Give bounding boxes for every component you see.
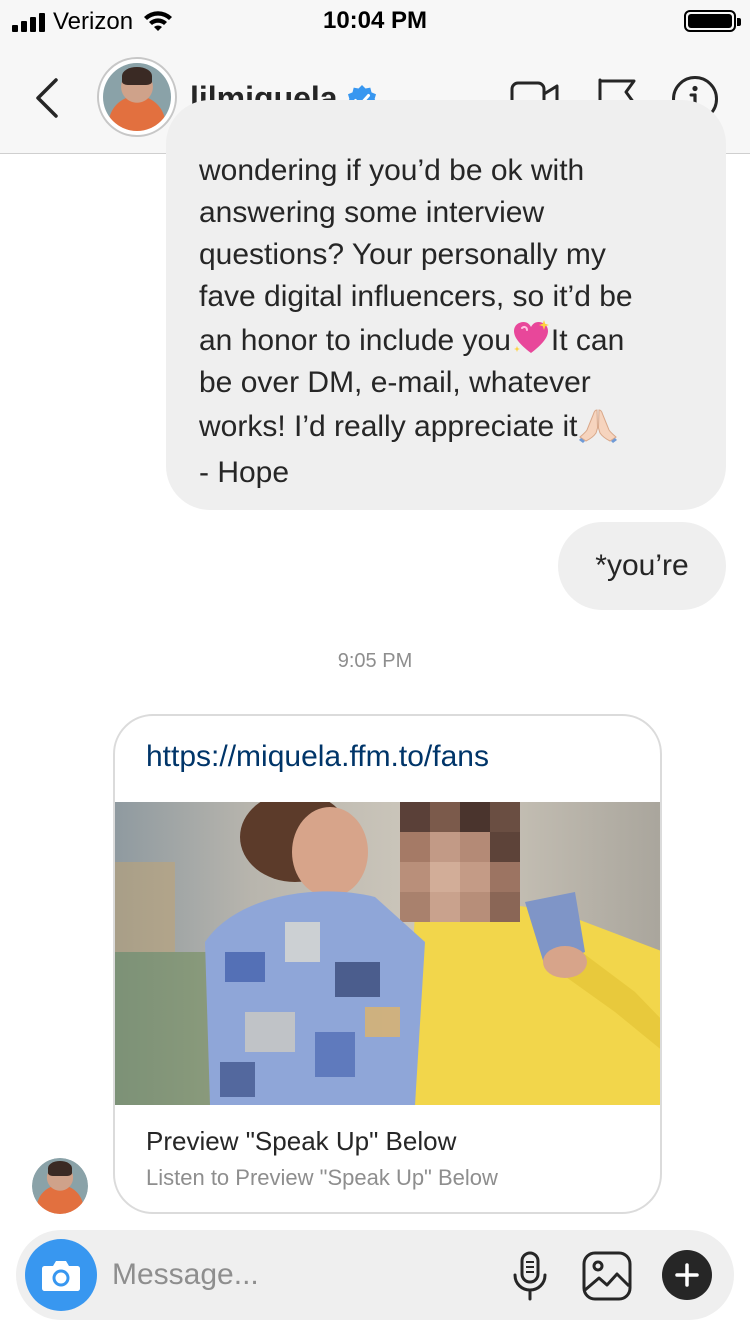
message-input[interactable] (112, 1250, 492, 1300)
sender-avatar[interactable] (32, 1158, 88, 1214)
message-line: fave digital influencers, so it’d be (199, 280, 633, 313)
status-bar: Verizon 10:04 PM (0, 0, 750, 40)
message-line: an honor to include you It can (199, 318, 696, 362)
status-time: 10:04 PM (322, 7, 428, 34)
link-preview-card[interactable]: https://miquela.ffm.to/fans Preview "Spe… (113, 714, 662, 1214)
microphone-icon[interactable] (504, 1250, 556, 1302)
link-title[interactable]: Preview "Speak Up" Below (146, 1126, 456, 1157)
message-line: wondering if you’d be ok with (199, 154, 585, 187)
link-preview-image[interactable] (115, 802, 660, 1105)
plus-icon (675, 1263, 699, 1287)
gallery-icon[interactable] (581, 1250, 633, 1302)
dm-thread-screen: Verizon 10:04 PM lilmiquela wondering if… (0, 0, 750, 1334)
message-signature: - Hope (199, 456, 290, 489)
camera-icon (42, 1261, 80, 1291)
message-timestamp: 9:05 PM (337, 650, 413, 672)
profile-avatar[interactable] (97, 57, 177, 137)
outgoing-message-correction[interactable]: *you’re (558, 522, 726, 610)
chevron-left-icon[interactable] (30, 76, 64, 120)
message-line: answering some interview (199, 196, 545, 229)
folded-hands-emoji (578, 409, 617, 443)
camera-button[interactable] (25, 1239, 97, 1311)
outgoing-message-bubble[interactable]: wondering if you’d be ok with answering … (166, 100, 726, 510)
message-line: questions? Your personally my (199, 238, 606, 271)
sparkling-heart-emoji (513, 320, 549, 353)
message-composer (16, 1230, 734, 1320)
link-url[interactable]: https://miquela.ffm.to/fans (146, 740, 489, 774)
battery-icon (684, 10, 741, 32)
message-line: works! I’d really appreciate it (199, 404, 696, 448)
add-button[interactable] (662, 1250, 712, 1300)
link-subtitle: Listen to Preview "Speak Up" Below (146, 1165, 498, 1190)
message-line: be over DM, e-mail, whatever (199, 366, 591, 399)
preview-photo (115, 802, 660, 1105)
